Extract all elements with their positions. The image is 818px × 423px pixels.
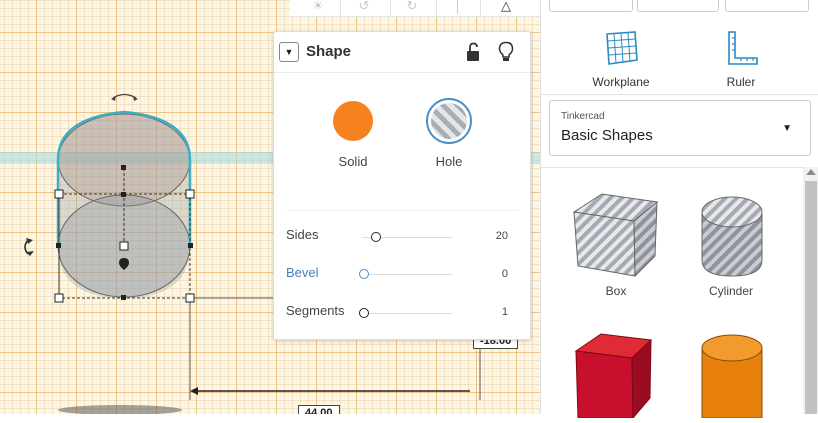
panel-divider <box>286 210 518 211</box>
unlock-icon[interactable] <box>465 42 481 62</box>
shape-library-dropdown[interactable]: Tinkercad Basic Shapes ▼ <box>549 100 811 156</box>
hole-pattern-icon <box>431 103 467 139</box>
edge-handle <box>56 243 61 248</box>
corner-handle <box>54 189 64 199</box>
segments-slider-knob[interactable] <box>359 308 369 318</box>
shape-box-label: Box <box>605 284 627 298</box>
library-selected: Basic Shapes <box>561 127 653 144</box>
import-button[interactable] <box>549 0 633 12</box>
bevel-label: Bevel <box>286 265 319 280</box>
lightbulb-icon[interactable] <box>498 41 514 63</box>
sides-value[interactable]: 20 <box>496 230 508 242</box>
solid-label: Solid <box>338 154 368 169</box>
chevron-down-icon[interactable]: ▼ <box>279 42 299 62</box>
edge-handle <box>121 192 126 197</box>
cylinder-hole-icon <box>701 196 763 277</box>
ruler-label: Ruler <box>726 75 756 89</box>
top-button-strip <box>541 0 818 12</box>
shape-orange-cylinder[interactable] <box>676 328 786 419</box>
solid-color-button[interactable] <box>333 101 373 141</box>
segments-label: Segments <box>286 303 345 318</box>
right-sidebar: Workplane Ruler Tinkercad Basic Shapes ▼ <box>540 0 818 420</box>
box-hole-icon <box>572 193 659 278</box>
caret-down-icon: ▼ <box>782 123 792 134</box>
shape-cylinder[interactable]: Cylinder <box>676 188 786 308</box>
corner-handle <box>185 293 195 303</box>
ruler-icon <box>728 31 758 65</box>
box-solid-icon <box>574 333 653 420</box>
shape-panel-title: Shape <box>306 43 352 60</box>
shapes-shelf: Box Cylinder <box>541 167 803 420</box>
workplane-tool[interactable]: Workplane <box>576 30 666 89</box>
sides-slider-knob[interactable] <box>371 232 381 242</box>
shape-red-box[interactable] <box>561 328 671 420</box>
bevel-slider-track[interactable] <box>362 274 452 275</box>
shape-panel-header: ▼ Shape <box>274 32 530 73</box>
rotate-arrow-icon <box>133 96 138 101</box>
edge-handle <box>121 295 126 300</box>
scroll-thumb[interactable] <box>805 181 817 414</box>
cylinder-solid-icon <box>701 334 763 419</box>
sidebar-divider <box>541 94 818 95</box>
workplane-icon <box>606 31 638 65</box>
export-button[interactable] <box>637 0 719 12</box>
shelf-scrollbar[interactable] <box>803 167 818 414</box>
rotate-handle-top[interactable] <box>112 93 137 99</box>
corner-handle <box>185 189 195 199</box>
corner-handle <box>54 293 64 303</box>
segments-slider-track[interactable] <box>362 313 452 314</box>
scroll-up-arrow-icon[interactable] <box>806 169 816 175</box>
height-handle <box>119 241 129 251</box>
ground-shadow <box>58 405 182 414</box>
shape-cylinder-label: Cylinder <box>708 284 753 298</box>
bevel-value[interactable]: 0 <box>502 268 508 280</box>
library-category: Tinkercad <box>561 111 605 122</box>
share-button[interactable] <box>725 0 809 12</box>
edge-handle <box>188 243 193 248</box>
hole-button[interactable] <box>426 98 472 144</box>
sides-label: Sides <box>286 227 319 242</box>
dimension-value-width[interactable]: 44.00 <box>298 405 340 414</box>
shape-inspector-panel: ▼ Shape Solid Hole Sides 20 Bevel 0 Segm… <box>273 31 531 340</box>
shape-box[interactable]: Box <box>561 188 671 308</box>
hole-label: Hole <box>435 154 463 169</box>
workplane-label: Workplane <box>592 75 650 89</box>
segments-value[interactable]: 1 <box>502 306 508 318</box>
ruler-tool[interactable]: Ruler <box>696 30 786 89</box>
top-handle <box>121 165 126 170</box>
bevel-slider-knob[interactable] <box>359 269 369 279</box>
rotate-arrow-icon <box>111 96 116 101</box>
rotate-arrow-icon <box>26 238 33 244</box>
